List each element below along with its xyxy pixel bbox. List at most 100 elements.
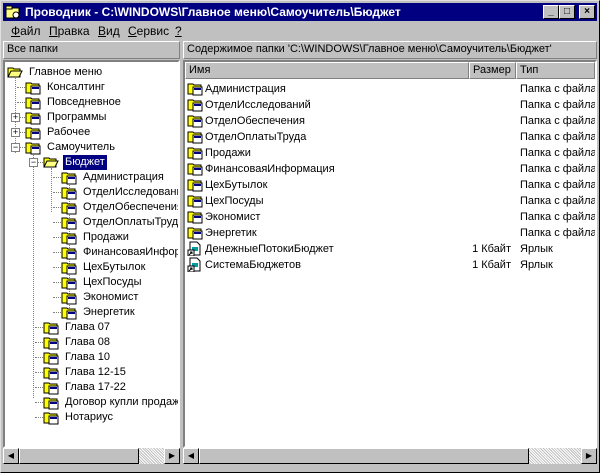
list-item[interactable]: Продажи Папка с файлами: [185, 145, 595, 161]
title-bar[interactable]: Проводник - C:\WINDOWS\Главное меню\Само…: [3, 3, 597, 21]
column-size[interactable]: Размер: [469, 62, 516, 79]
column-name[interactable]: Имя: [185, 62, 469, 79]
tree-item-label: ОтделОбеспечения: [83, 201, 180, 213]
program-group-icon: [187, 147, 203, 160]
folder-contents-header: Содержимое папки 'C:\WINDOWS\Главное мен…: [183, 41, 597, 59]
item-type: Папка с файлами: [520, 163, 597, 175]
program-group-icon: [61, 292, 77, 305]
close-button[interactable]: ×: [579, 5, 595, 19]
collapse-icon[interactable]: −: [29, 158, 38, 167]
list-hscrollbar[interactable]: ◀ ▶: [183, 448, 597, 465]
program-group-icon: [25, 127, 41, 140]
tree-hscrollbar[interactable]: ◀ ▶: [3, 448, 180, 465]
column-type[interactable]: Тип: [516, 62, 595, 79]
list-item[interactable]: ОтделОбеспечения Папка с файлами: [185, 113, 595, 129]
item-name: ЦехБутылок: [205, 179, 268, 191]
tree-item-label: Консалтинг: [47, 81, 105, 93]
expand-icon[interactable]: +: [11, 128, 20, 137]
item-name: ФинансоваяИнформация: [205, 163, 335, 175]
menu-edit[interactable]: Правка: [49, 24, 90, 38]
shortcut-icon: [187, 241, 201, 256]
list-item[interactable]: Администрация Папка с файлами: [185, 81, 595, 97]
tree-item-label: Рабочее: [47, 126, 91, 138]
expand-icon[interactable]: +: [11, 113, 20, 122]
tree-item-label: Энергетик: [83, 306, 135, 318]
file-list[interactable]: Имя Размер Тип Администрация Папка с файл…: [183, 60, 597, 448]
item-type: Папка с файлами: [520, 211, 597, 223]
tree-item-label: Глава 17-22: [65, 381, 126, 393]
list-item[interactable]: ЦехПосуды Папка с файлами: [185, 193, 595, 209]
minimize-button[interactable]: _: [543, 5, 559, 19]
list-item[interactable]: ОтделИсследований Папка с файлами: [185, 97, 595, 113]
item-name: ЦехПосуды: [205, 195, 264, 207]
scroll-left-arrow-icon[interactable]: ◀: [3, 448, 19, 464]
program-group-icon: [61, 262, 77, 275]
item-name: Продажи: [205, 147, 251, 159]
menu-help[interactable]: ?: [175, 24, 182, 38]
item-size: 1 Кбайт: [472, 259, 511, 271]
list-item[interactable]: ОтделОплатыТруда Папка с файлами: [185, 129, 595, 145]
collapse-icon[interactable]: −: [11, 143, 20, 152]
list-item[interactable]: ЦехБутылок Папка с файлами: [185, 177, 595, 193]
list-item[interactable]: СистемаБюджетов 1 Кбайт Ярлык: [185, 257, 595, 273]
list-item[interactable]: ДенежныеПотокиБюджет 1 Кбайт Ярлык: [185, 241, 595, 257]
program-group-icon: [61, 277, 77, 290]
tree-item-label: Глава 08: [65, 336, 111, 348]
list-item[interactable]: Экономист Папка с файлами: [185, 209, 595, 225]
list-item[interactable]: Энергетик Папка с файлами: [185, 225, 595, 241]
scroll-thumb[interactable]: [19, 448, 139, 464]
tree-item-label: Договор купли продажи: [65, 396, 180, 408]
scroll-thumb[interactable]: [199, 448, 529, 464]
item-type: Папка с файлами: [520, 99, 597, 111]
program-group-icon: [61, 307, 77, 320]
menu-tools[interactable]: Сервис: [128, 24, 169, 38]
tree-item-label: Экономист: [83, 291, 139, 303]
tree-item-label: ОтделОплатыТруда: [83, 216, 180, 228]
program-group-icon: [43, 382, 59, 395]
item-type: Папка с файлами: [520, 131, 597, 143]
item-name: Энергетик: [205, 227, 257, 239]
program-group-icon: [187, 99, 203, 112]
scroll-right-arrow-icon[interactable]: ▶: [164, 448, 180, 464]
folder-tree[interactable]: Главное меню Консалтинг Повседневное + Прогр…: [3, 60, 180, 448]
tree-item-label: Главное меню: [29, 66, 103, 78]
program-group-icon: [187, 131, 203, 144]
explorer-window: Проводник - C:\WINDOWS\Главное меню\Само…: [0, 0, 600, 473]
program-group-icon: [61, 232, 77, 245]
scroll-right-arrow-icon[interactable]: ▶: [581, 448, 597, 464]
list-item[interactable]: ФинансоваяИнформация Папка с файлами: [185, 161, 595, 177]
program-group-icon: [61, 217, 77, 230]
tree-item-label: Самоучитель: [47, 141, 115, 153]
scroll-left-arrow-icon[interactable]: ◀: [183, 448, 199, 464]
program-group-icon: [43, 352, 59, 365]
program-group-icon: [187, 195, 203, 208]
program-group-icon: [187, 227, 203, 240]
program-group-icon: [25, 82, 41, 95]
program-group-icon: [43, 367, 59, 380]
program-group-icon: [187, 83, 203, 96]
item-name: ОтделИсследований: [205, 99, 311, 111]
open-folder-icon: [43, 157, 59, 168]
program-group-icon: [187, 163, 203, 176]
item-type: Ярлык: [520, 259, 553, 271]
menu-bar: Файл Правка Вид Сервис ?: [3, 22, 597, 40]
tree-item-label: Повседневное: [47, 96, 121, 108]
item-name: ОтделОбеспечения: [205, 115, 305, 127]
program-group-icon: [61, 187, 77, 200]
program-group-icon: [187, 115, 203, 128]
tree-item-label: ФинансоваяИнформация: [83, 246, 180, 258]
menu-file[interactable]: Файл: [11, 24, 41, 38]
item-size: 1 Кбайт: [472, 243, 511, 255]
status-bar: [3, 467, 597, 472]
item-type: Папка с файлами: [520, 147, 597, 159]
tree-item-label: Нотариус: [65, 411, 113, 423]
menu-view[interactable]: Вид: [98, 24, 120, 38]
item-name: ДенежныеПотокиБюджет: [205, 243, 334, 255]
window-title: Проводник - C:\WINDOWS\Главное меню\Само…: [25, 5, 401, 19]
item-name: СистемаБюджетов: [205, 259, 301, 271]
tree-item-label: ОтделИсследований: [83, 186, 180, 198]
maximize-button[interactable]: □: [559, 5, 575, 19]
tree-item-label: Программы: [47, 111, 107, 123]
tree-item-label: Глава 12-15: [65, 366, 126, 378]
program-group-icon: [25, 112, 41, 125]
